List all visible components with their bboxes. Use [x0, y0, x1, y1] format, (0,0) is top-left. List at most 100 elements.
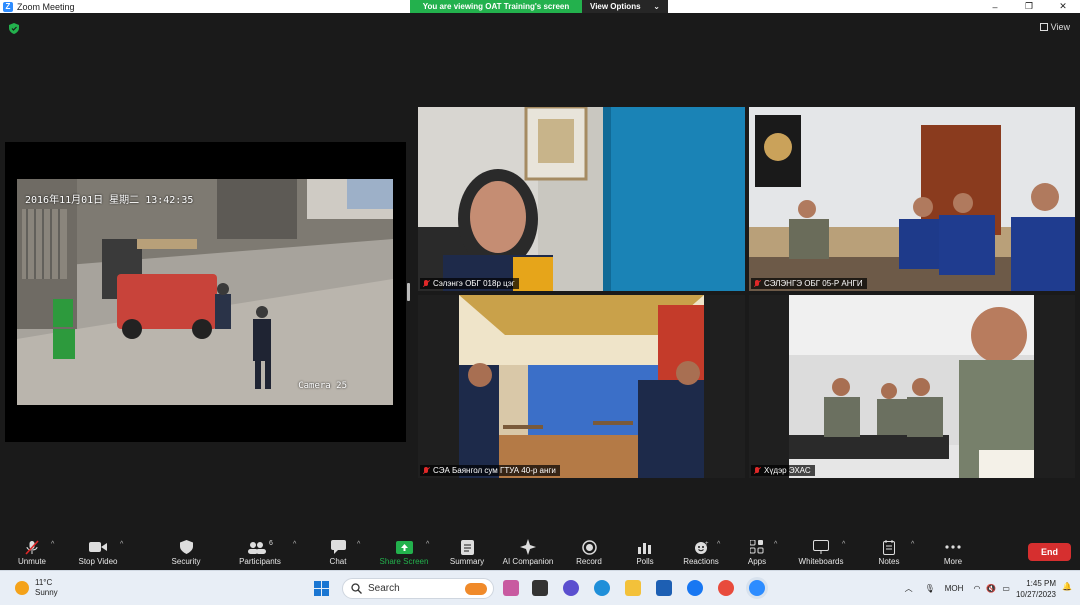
edge-icon[interactable]	[594, 580, 610, 596]
maximize-button[interactable]: ❐	[1012, 0, 1046, 13]
participant-name-label: Хүдэр ЭХАС	[751, 465, 815, 476]
sun-icon	[15, 581, 29, 595]
split-view-handle[interactable]	[407, 283, 410, 301]
sparkle-icon	[520, 539, 536, 555]
polls-button[interactable]: Polls	[630, 538, 660, 570]
participant-video	[418, 107, 745, 291]
view-button[interactable]: View	[1039, 22, 1070, 32]
battery-icon[interactable]: ▭	[1002, 584, 1010, 593]
participant-tile[interactable]: СЭА Баянгол сум ГТУА 40-р анги	[418, 295, 745, 478]
microphone-icon[interactable]: 🎙	[925, 584, 935, 593]
app-title: Zoom Meeting	[17, 1, 75, 12]
close-button[interactable]: ✕	[1046, 0, 1080, 13]
participant-name: СЭА Баянгол сум ГТУА 40-р анги	[433, 466, 556, 475]
search-placeholder: Search	[368, 583, 400, 594]
participants-count: 6	[269, 539, 273, 547]
participant-tile[interactable]: Сэлэнгэ ОБГ 018р цэг	[418, 107, 745, 291]
security-button[interactable]: Security	[166, 538, 206, 570]
search-highlight-icon	[465, 582, 487, 595]
cctv-camera-label: Camera 25	[298, 381, 347, 391]
whiteboard-icon	[813, 539, 829, 555]
windows-start-icon[interactable]	[314, 581, 329, 596]
unmute-button[interactable]: Unmute	[14, 538, 50, 570]
ai-companion-button[interactable]: AI Companion	[499, 538, 557, 570]
whiteboards-options-caret[interactable]: ^	[842, 541, 845, 548]
taskbar-search-box[interactable]: Search	[342, 578, 494, 599]
copilot-icon[interactable]	[503, 580, 519, 596]
shield-icon	[179, 539, 193, 555]
chat-button[interactable]: Chat	[322, 538, 354, 570]
windows-taskbar: 11°C Sunny Search ︿ 🎙 МОН ◠ 🔇 ▭ 1:45 PM …	[0, 570, 1080, 605]
store-icon[interactable]	[656, 580, 672, 596]
participant-name-label: Сэлэнгэ ОБГ 018р цэг	[420, 278, 519, 289]
facebook-icon[interactable]	[687, 580, 703, 596]
speaker-muted-icon[interactable]: 🔇	[986, 584, 996, 593]
reactions-options-caret[interactable]: ^	[717, 541, 720, 548]
mic-muted-icon	[753, 466, 761, 475]
participant-tile[interactable]: Хүдэр ЭХАС	[749, 295, 1075, 478]
temperature: 11°C	[35, 578, 53, 587]
view-options-button[interactable]: View Options ⌄	[582, 0, 668, 13]
stop-video-button[interactable]: Stop Video	[73, 538, 123, 570]
more-button[interactable]: More	[938, 538, 968, 570]
summary-button[interactable]: Summary	[446, 538, 488, 570]
participant-name-label: СЭА Баянгол сум ГТУА 40-р анги	[420, 465, 560, 476]
reactions-button[interactable]: + Reactions	[680, 538, 722, 570]
apps-button[interactable]: Apps	[742, 538, 772, 570]
smiley-icon: +	[694, 539, 709, 555]
whiteboards-button[interactable]: Whiteboards	[794, 538, 848, 570]
clock[interactable]: 1:45 PM 10/27/2023	[1016, 578, 1056, 600]
mic-muted-icon	[25, 539, 39, 555]
apps-grid-icon	[750, 539, 764, 555]
teams-icon[interactable]	[563, 580, 579, 596]
chrome-icon[interactable]	[718, 580, 734, 596]
shared-screen[interactable]: 2016年11月01日 星期二 13:42:35 Camera 25	[5, 142, 406, 442]
audio-options-caret[interactable]: ^	[51, 541, 54, 548]
participants-button[interactable]: 6 Participants	[234, 538, 286, 570]
chevron-down-icon: ⌄	[653, 2, 660, 11]
share-screen-button[interactable]: Share Screen	[376, 538, 432, 570]
mic-muted-icon	[753, 279, 761, 288]
view-label: View	[1050, 22, 1070, 32]
cctv-scene	[17, 179, 393, 405]
document-icon	[460, 539, 474, 555]
record-button[interactable]: Record	[572, 538, 606, 570]
more-dots-icon	[945, 539, 961, 555]
search-icon	[351, 583, 362, 594]
video-camera-icon	[89, 539, 107, 555]
meeting-area: View 2016年11月01日 星期二 13:42:35 Camera 25 …	[0, 13, 1080, 538]
share-options-caret[interactable]: ^	[426, 541, 429, 548]
minimize-button[interactable]: –	[978, 0, 1012, 13]
end-meeting-button[interactable]: End	[1028, 543, 1071, 561]
participant-tile[interactable]: СЭЛЭНГЭ ОБГ 05-Р АНГИ	[749, 107, 1075, 291]
video-options-caret[interactable]: ^	[120, 541, 123, 548]
notification-bell-icon[interactable]: 🔔	[1062, 582, 1072, 591]
participant-video	[749, 295, 1075, 478]
participants-options-caret[interactable]: ^	[293, 541, 296, 548]
meeting-toolbar: Unmute ^ Stop Video ^ Security 6 Partici…	[0, 538, 1080, 570]
zoom-logo-icon: Z	[3, 1, 13, 12]
participants-icon: 6	[247, 539, 273, 555]
svg-text:+: +	[705, 541, 709, 547]
record-icon	[581, 539, 597, 555]
chat-options-caret[interactable]: ^	[357, 541, 360, 548]
share-screen-icon	[395, 539, 413, 555]
chevron-up-icon[interactable]: ︿	[905, 583, 913, 594]
view-options-label: View Options	[590, 2, 641, 11]
weather-widget[interactable]: 11°C Sunny	[15, 578, 58, 598]
notes-options-caret[interactable]: ^	[911, 541, 914, 548]
task-view-icon[interactable]	[532, 580, 548, 596]
clock-date: 10/27/2023	[1015, 589, 1056, 599]
language-indicator[interactable]: МОН	[945, 584, 964, 593]
zoom-taskbar-icon[interactable]	[749, 580, 765, 596]
notes-button[interactable]: Notes	[874, 538, 904, 570]
participant-video	[749, 107, 1075, 291]
share-banner-text: You are viewing OAT Training's screen	[410, 0, 582, 13]
title-bar: Z Zoom Meeting You are viewing OAT Train…	[0, 0, 1080, 13]
apps-options-caret[interactable]: ^	[774, 541, 777, 548]
participant-name: СЭЛЭНГЭ ОБГ 05-Р АНГИ	[764, 279, 863, 288]
encryption-shield-icon[interactable]	[9, 23, 19, 34]
bar-chart-icon	[638, 539, 652, 555]
wifi-icon[interactable]: ◠	[973, 584, 980, 593]
file-explorer-icon[interactable]	[625, 580, 641, 596]
